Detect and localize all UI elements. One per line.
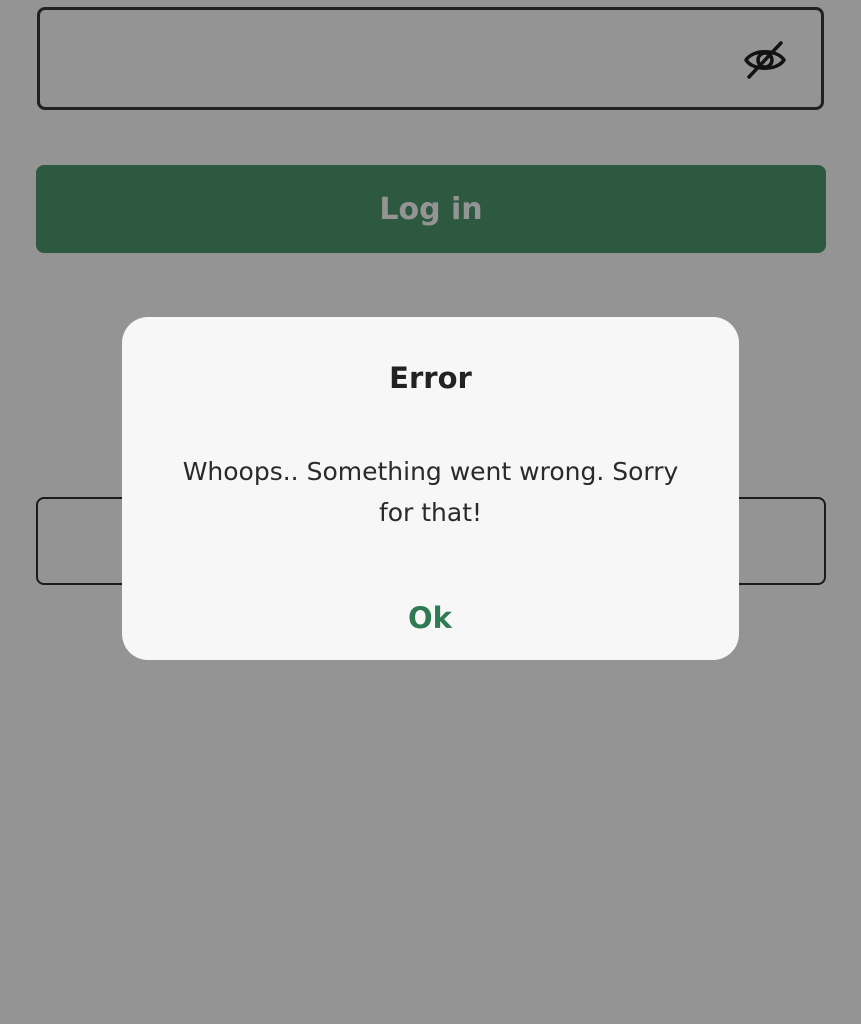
error-dialog: Error Whoops.. Something went wrong. Sor… (122, 317, 739, 660)
dialog-message: Whoops.. Something went wrong. Sorry for… (182, 457, 679, 527)
ok-button[interactable]: Ok (380, 593, 480, 643)
dialog-title: Error (389, 361, 472, 395)
